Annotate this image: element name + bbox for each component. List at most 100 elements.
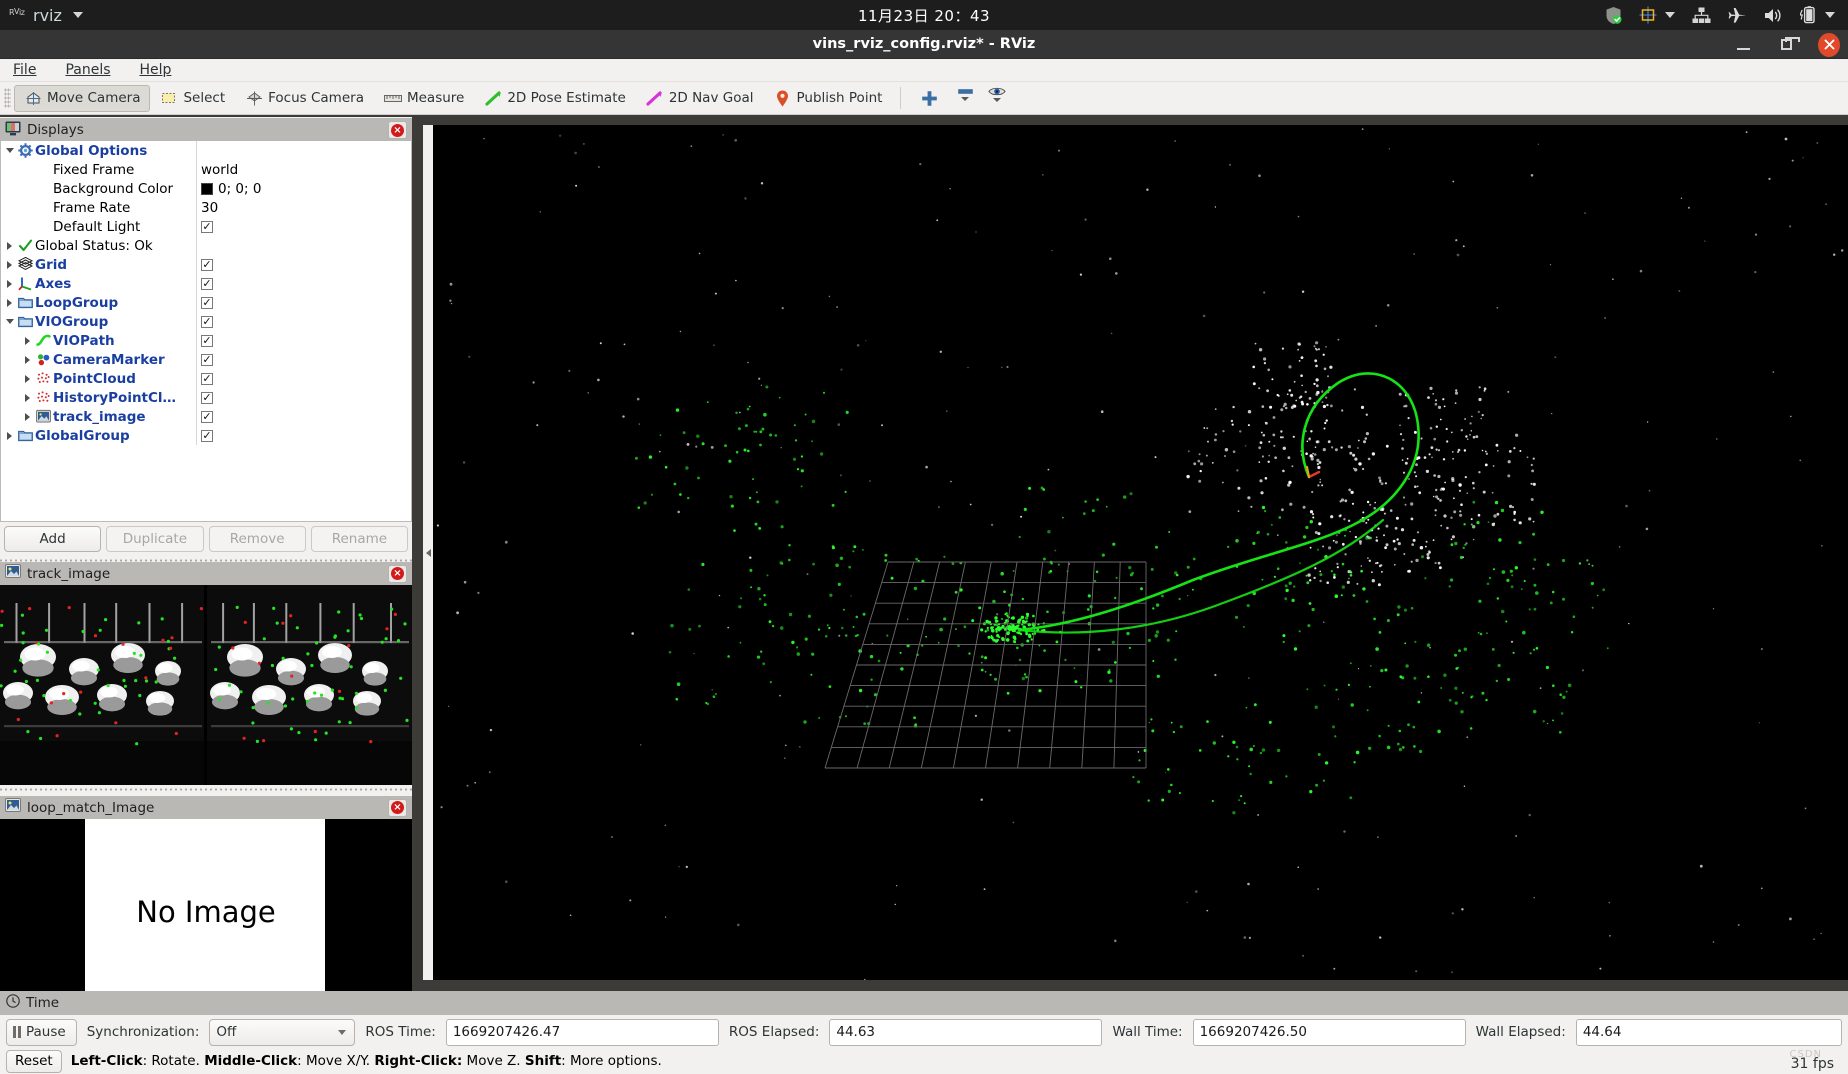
tool-measure[interactable]: Measure <box>374 85 474 112</box>
displays-tree-row[interactable]: VIOGroup ✓ <box>1 312 411 331</box>
checkbox[interactable]: ✓ <box>201 372 213 385</box>
duplicate-button[interactable]: Duplicate <box>106 526 204 552</box>
displays-tree-item-value[interactable]: ✓ <box>196 350 411 369</box>
chevron-right-icon[interactable] <box>21 374 34 383</box>
displays-tree-row[interactable]: CameraMarker ✓ <box>1 350 411 369</box>
tool-focus-camera[interactable]: Focus Camera <box>235 85 374 112</box>
tool-visibility[interactable] <box>981 85 1013 112</box>
displays-tree-row[interactable]: VIOPath ✓ <box>1 331 411 350</box>
chevron-right-icon[interactable] <box>3 260 16 269</box>
displays-tree-item-value[interactable]: ✓ <box>196 369 411 388</box>
checkbox[interactable]: ✓ <box>201 258 213 271</box>
ros-elapsed-field[interactable]: 44.63 <box>829 1018 1103 1046</box>
displays-tree-row[interactable]: PointCloud ✓ <box>1 369 411 388</box>
dock-splitter-2[interactable] <box>0 785 412 794</box>
hint-shift-text: : More options. <box>561 1053 662 1069</box>
displays-tree-item-value[interactable] <box>196 141 411 160</box>
displays-panel-close-button[interactable]: × <box>388 121 407 139</box>
displays-tree-item-value[interactable]: world <box>196 160 411 179</box>
toolbar-grip[interactable] <box>4 88 11 108</box>
tool-remove-panel[interactable] <box>949 85 981 112</box>
tool-select[interactable]: Select <box>150 85 235 112</box>
displays-tree-item-value[interactable] <box>196 236 411 255</box>
chevron-right-icon[interactable] <box>21 412 34 421</box>
chevron-right-icon[interactable] <box>21 336 34 345</box>
loop-match-panel-close-button[interactable]: × <box>388 798 407 817</box>
displays-tree-item-value[interactable]: ✓ <box>196 217 411 236</box>
displays-tree-row[interactable]: Default Light ✓ <box>1 217 411 236</box>
folder-icon <box>16 314 35 329</box>
checkbox[interactable]: ✓ <box>201 391 213 404</box>
displays-tree-row[interactable]: LoopGroup ✓ <box>1 293 411 312</box>
displays-tree-row[interactable]: Global Options <box>1 141 411 160</box>
chevron-right-icon[interactable] <box>21 393 34 402</box>
displays-tree-row[interactable]: GlobalGroup ✓ <box>1 426 411 445</box>
hint-left-click-text: : Rotate. <box>142 1053 205 1069</box>
displays-tree-item-value[interactable]: ✓ <box>196 312 411 331</box>
tool-2d-nav-goal[interactable]: 2D Nav Goal <box>636 85 764 112</box>
chevron-right-icon[interactable] <box>3 241 16 250</box>
displays-tree-item-value[interactable]: ✓ <box>196 255 411 274</box>
topbar-clock[interactable]: 11月23日 20：43 <box>0 5 1848 26</box>
displays-tree-item-value[interactable]: ✓ <box>196 388 411 407</box>
displays-tree-item-value[interactable]: ✓ <box>196 426 411 445</box>
close-button[interactable] <box>1818 32 1840 57</box>
displays-tree-row[interactable]: Axes ✓ <box>1 274 411 293</box>
track-image-canvas[interactable] <box>0 585 412 785</box>
reset-button[interactable]: Reset <box>6 1049 62 1073</box>
displays-tree-row[interactable]: Grid ✓ <box>1 255 411 274</box>
checkbox[interactable]: ✓ <box>201 277 213 290</box>
displays-tree-row[interactable]: Background Color 0; 0; 0 <box>1 179 411 198</box>
tool-move-camera[interactable]: Move Camera <box>14 84 151 112</box>
rename-button[interactable]: Rename <box>310 526 408 552</box>
chevron-down-icon[interactable] <box>3 319 16 324</box>
displays-tree-item-value[interactable]: 30 <box>196 198 411 217</box>
displays-tree-row[interactable]: HistoryPointCl… ✓ <box>1 388 411 407</box>
tool-publish-point[interactable]: Publish Point <box>763 85 892 112</box>
displays-tree-row[interactable]: Frame Rate 30 <box>1 198 411 217</box>
clock-icon <box>6 994 20 1012</box>
dock-collapse-handle[interactable] <box>423 125 433 980</box>
pause-button[interactable]: Pause <box>6 1018 77 1046</box>
chevron-right-icon[interactable] <box>21 355 34 364</box>
displays-tree-row[interactable]: Fixed Frame world <box>1 160 411 179</box>
displays-tree-row[interactable]: track_image ✓ <box>1 407 411 426</box>
checkbox[interactable]: ✓ <box>201 334 213 347</box>
add-button[interactable]: Add <box>4 526 102 552</box>
displays-tree-item-value[interactable]: ✓ <box>196 407 411 426</box>
color-swatch[interactable] <box>201 182 213 195</box>
checkbox[interactable]: ✓ <box>201 429 213 442</box>
chevron-right-icon[interactable] <box>3 298 16 307</box>
menu-help[interactable]: Help <box>137 61 175 79</box>
displays-tree[interactable]: Global Options Fixed Frame world Background… <box>0 141 412 522</box>
sync-select[interactable]: Off <box>209 1018 356 1046</box>
menu-panels[interactable]: Panels <box>62 61 113 79</box>
tool-2d-pose-estimate[interactable]: 2D Pose Estimate <box>474 85 635 112</box>
tool-2d-nav-goal-label: 2D Nav Goal <box>668 90 754 106</box>
tool-add-panel[interactable] <box>909 85 949 112</box>
displays-tree-item-value[interactable]: 0; 0; 0 <box>196 179 411 198</box>
displays-tree-item-value[interactable]: ✓ <box>196 331 411 350</box>
checkbox[interactable]: ✓ <box>201 220 213 233</box>
folder-icon <box>16 428 35 443</box>
displays-tree-item-value[interactable]: ✓ <box>196 293 411 312</box>
ros-time-field[interactable]: 1669207426.47 <box>445 1018 719 1046</box>
displays-tree-item-value[interactable]: ✓ <box>196 274 411 293</box>
wall-elapsed-field[interactable]: 44.64 <box>1575 1018 1842 1046</box>
checkbox[interactable]: ✓ <box>201 353 213 366</box>
checkbox[interactable]: ✓ <box>201 315 213 328</box>
3d-viewport[interactable] <box>433 125 1848 980</box>
track-image-panel-close-button[interactable]: × <box>388 564 407 583</box>
chevron-right-icon[interactable] <box>3 279 16 288</box>
chevron-down-icon[interactable] <box>3 148 16 153</box>
checkbox[interactable]: ✓ <box>201 296 213 309</box>
loop-match-canvas[interactable]: No Image <box>0 819 412 991</box>
checkbox[interactable]: ✓ <box>201 410 213 423</box>
remove-button[interactable]: Remove <box>208 526 306 552</box>
displays-tree-row[interactable]: Global Status: Ok <box>1 236 411 255</box>
maximize-button[interactable] <box>1775 34 1800 56</box>
wall-time-field[interactable]: 1669207426.50 <box>1192 1018 1466 1046</box>
chevron-right-icon[interactable] <box>3 431 16 440</box>
menu-file[interactable]: File <box>10 61 39 79</box>
minimize-button[interactable] <box>1732 34 1754 56</box>
